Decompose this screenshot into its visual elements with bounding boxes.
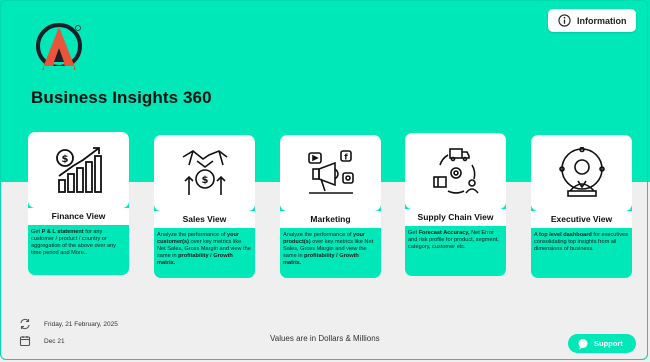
support-button[interactable]: Support <box>568 334 636 353</box>
card-description-part: top level dashboard <box>538 232 592 238</box>
supply-chain-icon <box>432 148 479 194</box>
refresh-date: Friday, 21 February, 2025 <box>44 321 118 328</box>
card-title: Sales View <box>154 211 255 228</box>
marketing-megaphone-icon: f <box>307 150 354 194</box>
card-description: Get Forecast Accuracy, Net Error and ris… <box>405 226 506 255</box>
card-title: Executive View <box>531 211 632 228</box>
period-label: Dec 21 <box>44 338 65 345</box>
card-description-part: Get <box>408 230 419 236</box>
company-logo <box>36 23 82 70</box>
values-note: Values are in Dollars & Millions <box>270 334 380 343</box>
card-description: Analyze the performance of your customer… <box>154 228 255 271</box>
card-description: Get P & L statement for any customer / p… <box>28 225 129 261</box>
card-description: Analyze the performance of your product(… <box>280 228 381 271</box>
card-description: A top level dashboard for executives con… <box>531 228 632 257</box>
information-button-label: Information <box>577 15 627 26</box>
finance-chart-icon: $ <box>55 147 102 193</box>
card-supply-chain-view[interactable]: Supply Chain View Get Forecast Accuracy,… <box>405 133 506 276</box>
refresh-icon <box>20 318 30 330</box>
card-description-part: P & L statement <box>41 229 84 235</box>
card-finance-view[interactable]: $ Finance View Get P & L statement for a… <box>28 132 129 275</box>
card-title: Marketing <box>280 211 381 228</box>
card-description-part: Analyze the performance of <box>283 232 353 238</box>
card-description-part: Analyze the performance of <box>157 232 227 238</box>
svg-text:$: $ <box>61 154 68 165</box>
card-sales-view[interactable]: $ Sales View Analyze the performance of … <box>154 135 255 278</box>
executive-person-icon <box>558 147 605 197</box>
info-icon <box>558 14 571 27</box>
svg-text:f: f <box>344 153 348 162</box>
chat-bubble-icon <box>578 338 588 349</box>
information-button[interactable]: Information <box>548 9 636 32</box>
card-description-part: Get <box>31 229 42 235</box>
card-description-part: Forecast Accuracy, <box>418 230 470 236</box>
card-title: Finance View <box>28 208 129 225</box>
card-title: Supply Chain View <box>405 209 506 226</box>
card-marketing[interactable]: f Marketing Analyze the performance of y… <box>280 135 381 278</box>
svg-text:$: $ <box>201 175 208 186</box>
page-title: Business Insights 360 <box>31 88 212 107</box>
card-executive-view[interactable]: Executive View A top level dashboard for… <box>531 135 632 278</box>
calendar-icon <box>19 336 31 347</box>
support-button-label: Support <box>594 339 623 348</box>
sales-handshake-icon: $ <box>182 150 227 195</box>
